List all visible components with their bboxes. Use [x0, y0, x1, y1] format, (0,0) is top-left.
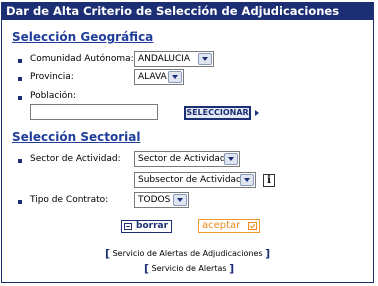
tipo-contrato-select[interactable]: TODOS — [134, 192, 189, 208]
geo-section-heading: Selección Geográfica — [12, 30, 154, 44]
poblacion-input[interactable] — [30, 104, 158, 120]
tipo-contrato-label: Tipo de Contrato: — [30, 195, 109, 205]
chevron-down-icon — [224, 153, 238, 165]
aceptar-label: aceptar — [202, 220, 241, 231]
chevron-down-icon — [240, 174, 254, 186]
check-icon — [248, 222, 257, 230]
borrar-label: borrar — [136, 221, 169, 231]
chevron-down-icon — [168, 71, 182, 83]
sector-label: Sector de Actividad: — [30, 154, 121, 164]
sector-section-heading: Selección Sectorial — [12, 130, 141, 144]
alertas-link[interactable]: [ Servicio de Alertas ] — [144, 262, 234, 275]
panel-title: Dar de Alta Criterio de Selección de Adj… — [2, 3, 373, 20]
subsector-select[interactable]: Subsector de Actividad — [134, 172, 256, 188]
subsector-value: Subsector de Actividad — [138, 175, 242, 185]
alertas-adjudicaciones-text: Servicio de Alertas de Adjudicaciones — [112, 249, 263, 258]
bullet — [18, 77, 22, 81]
chevron-down-icon — [173, 194, 187, 206]
bullet — [18, 159, 22, 163]
minus-icon — [124, 223, 132, 230]
info-icon[interactable]: i — [263, 174, 275, 187]
poblacion-label: Población: — [30, 91, 77, 101]
chevron-down-icon — [198, 53, 212, 65]
arrow-right-icon — [255, 110, 259, 116]
provincia-select[interactable]: ALAVA — [134, 69, 184, 85]
provincia-label: Provincia: — [30, 72, 74, 82]
seleccionar-button[interactable]: SELECCIONAR — [184, 106, 251, 120]
tipo-contrato-value: TODOS — [138, 195, 171, 205]
sector-value: Sector de Actividad — [138, 154, 226, 164]
provincia-value: ALAVA — [138, 72, 167, 82]
alertas-adjudicaciones-link[interactable]: [ Servicio de Alertas de Adjudicaciones … — [105, 247, 270, 260]
aceptar-button[interactable]: aceptar — [198, 219, 260, 233]
bullet — [18, 200, 22, 204]
comunidad-value: ANDALUCIA — [138, 54, 191, 64]
comunidad-label: Comunidad Autónoma: — [30, 54, 134, 64]
alertas-text: Servicio de Alertas — [151, 264, 227, 273]
borrar-button[interactable]: borrar — [121, 220, 172, 233]
comunidad-select[interactable]: ANDALUCIA — [134, 51, 214, 67]
bullet — [18, 59, 22, 63]
bullet — [18, 96, 22, 100]
sector-select[interactable]: Sector de Actividad — [134, 151, 240, 167]
criteria-panel: Dar de Alta Criterio de Selección de Adj… — [1, 2, 374, 283]
